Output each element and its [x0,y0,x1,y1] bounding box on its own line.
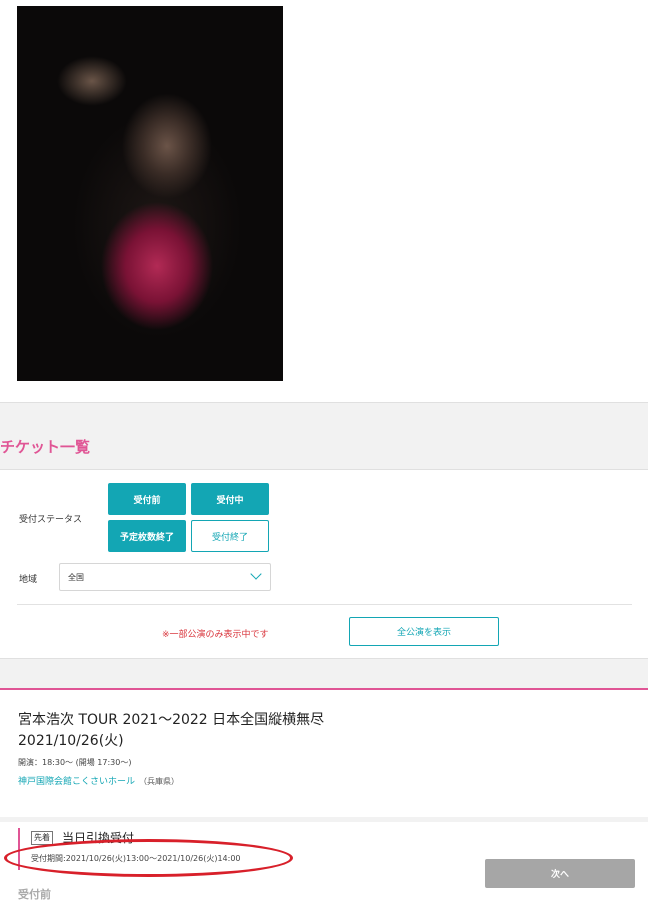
event-prefecture: （兵庫県） [139,777,180,786]
next-button[interactable]: 次へ [485,859,635,888]
status-before-button[interactable]: 受付前 [108,483,186,515]
divider [17,604,632,605]
status-closed-button[interactable]: 受付終了 [191,520,269,552]
sale-type-badge: 先着 [31,831,53,845]
accent-line [0,688,648,690]
card-gap [0,817,648,822]
region-select[interactable]: 全国 [59,563,271,591]
highlight-ellipse [4,839,293,877]
status-open-button[interactable]: 受付中 [191,483,269,515]
event-venue-line: 神戸国際会館こくさいホール （兵庫県） [18,774,179,787]
event-date: 2021/10/26(火) [18,733,124,749]
partial-display-notice: ※一部公演のみ表示中です [162,630,269,640]
event-title: 宮本浩次 TOUR 2021～2022 日本全国縦横無尽 [18,712,325,728]
list-separator-band [0,658,648,689]
region-filter-label: 地域 [19,575,38,585]
artist-photo [17,6,283,381]
sale-status: 受付前 [18,888,51,901]
show-all-button[interactable]: 全公演を表示 [349,617,499,646]
chevron-down-icon [250,568,262,580]
status-filter-label: 受付ステータス [19,515,83,525]
section-header-band [0,402,648,470]
photo-detail [57,56,127,106]
event-venue-link[interactable]: 神戸国際会館こくさいホール [18,777,135,787]
region-select-value: 全国 [68,572,84,582]
section-title: チケット一覧 [0,438,91,456]
status-soldout-button[interactable]: 予定枚数終了 [108,520,186,552]
event-time: 開演：18:30～ (開場 17:30～) [18,758,132,767]
